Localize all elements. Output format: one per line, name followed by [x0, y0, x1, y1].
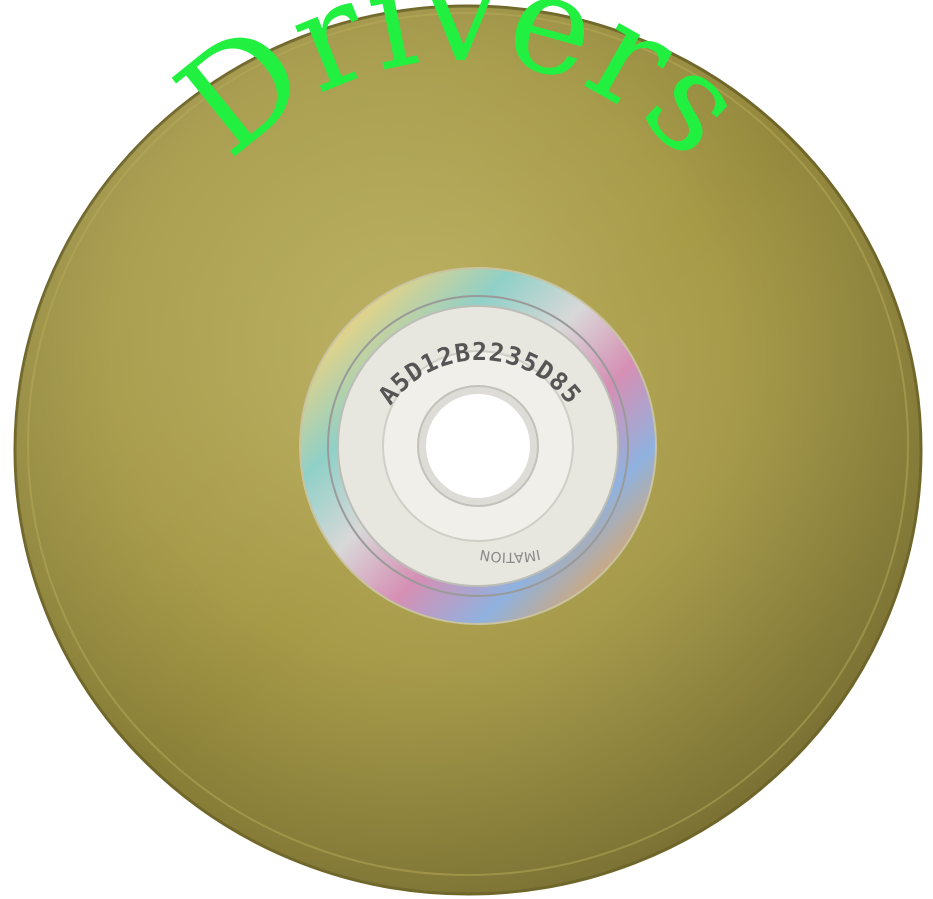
- cd-disc: Drivers A5D12B2235D85 IMATION: [13, 0, 923, 896]
- center-hole: [426, 394, 530, 498]
- disc-image: Drivers A5D12B2235D85 IMATION: [0, 0, 933, 899]
